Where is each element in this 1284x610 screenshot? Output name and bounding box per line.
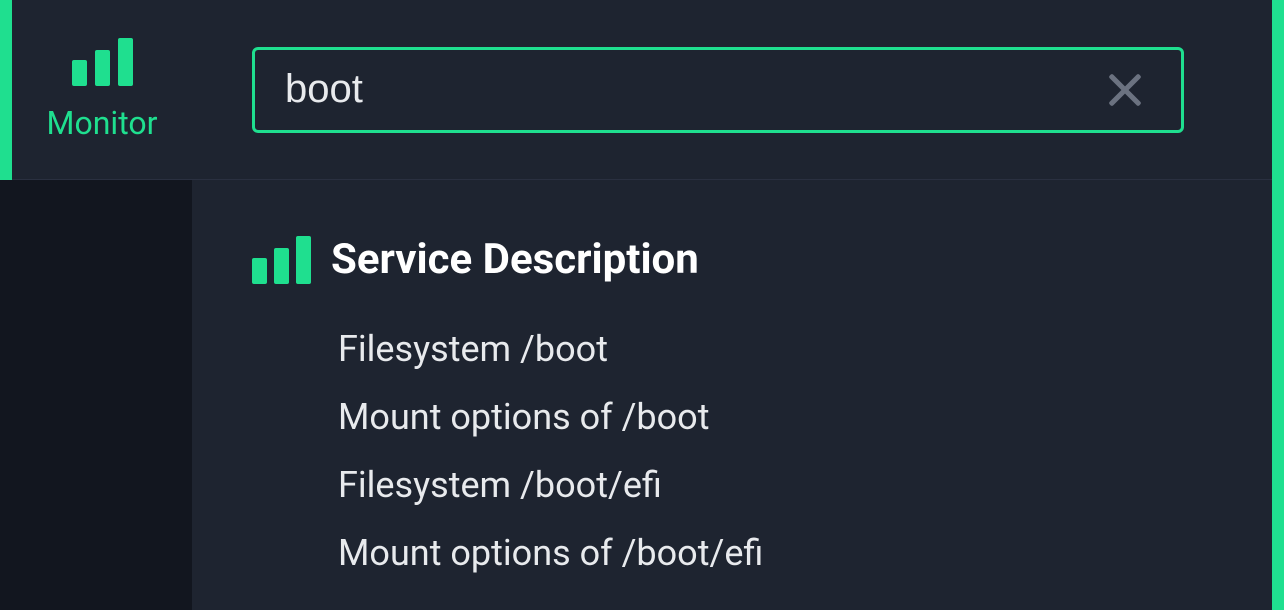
search-input[interactable] bbox=[285, 67, 1099, 112]
list-item[interactable]: Filesystem /boot/efi bbox=[338, 464, 1224, 506]
close-icon bbox=[1107, 72, 1143, 108]
list-item[interactable]: Mount options of /boot bbox=[338, 396, 1224, 438]
accent-bar-left bbox=[0, 0, 12, 180]
list-item[interactable]: Mount options of /boot/efi bbox=[338, 532, 1224, 574]
monitor-tab-label: Monitor bbox=[47, 104, 158, 142]
section-header: Service Description bbox=[252, 235, 1224, 284]
section-title: Service Description bbox=[331, 235, 699, 284]
list-item[interactable]: Filesystem /boot bbox=[338, 328, 1224, 370]
body-area: Service Description Filesystem /boot Mou… bbox=[0, 180, 1284, 610]
left-sidebar bbox=[0, 180, 192, 610]
header: Monitor bbox=[0, 0, 1284, 180]
bars-icon bbox=[72, 38, 133, 86]
search-container bbox=[192, 47, 1284, 133]
content-area: Service Description Filesystem /boot Mou… bbox=[192, 180, 1284, 610]
results-list: Filesystem /boot Mount options of /boot … bbox=[252, 328, 1224, 574]
clear-search-button[interactable] bbox=[1099, 64, 1151, 116]
monitor-tab[interactable]: Monitor bbox=[12, 0, 192, 179]
search-box bbox=[252, 47, 1184, 133]
accent-bar-right bbox=[1272, 0, 1284, 610]
bars-icon bbox=[252, 236, 311, 284]
